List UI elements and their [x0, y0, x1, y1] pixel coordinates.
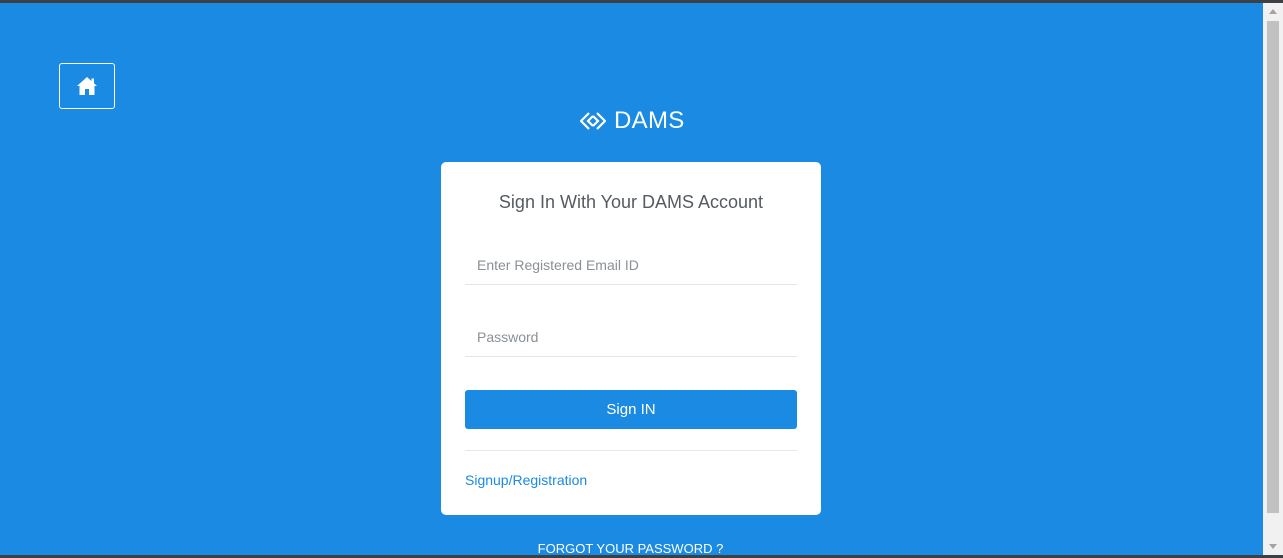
scrollbar[interactable]: [1263, 3, 1283, 555]
forgot-password-link[interactable]: FORGOT YOUR PASSWORD ?: [0, 541, 1261, 556]
scrollbar-thumb[interactable]: [1267, 21, 1279, 513]
dams-logo-icon: [580, 111, 606, 131]
signup-link[interactable]: Signup/Registration: [465, 472, 587, 488]
login-title: Sign In With Your DAMS Account: [498, 192, 764, 212]
scroll-up-icon[interactable]: [1263, 3, 1283, 20]
login-card: Sign In With Your DAMS Account Sign IN S…: [441, 162, 821, 515]
email-field[interactable]: [465, 245, 797, 285]
window-top-border: [0, 0, 1283, 3]
scroll-down-icon[interactable]: [1263, 538, 1283, 555]
home-button[interactable]: [59, 63, 115, 109]
home-icon: [76, 76, 98, 96]
divider: [465, 450, 797, 451]
password-field[interactable]: [465, 317, 797, 357]
brand-name: DAMS: [614, 107, 685, 134]
sign-in-button[interactable]: Sign IN: [465, 390, 797, 429]
brand-header: DAMS: [580, 106, 685, 136]
